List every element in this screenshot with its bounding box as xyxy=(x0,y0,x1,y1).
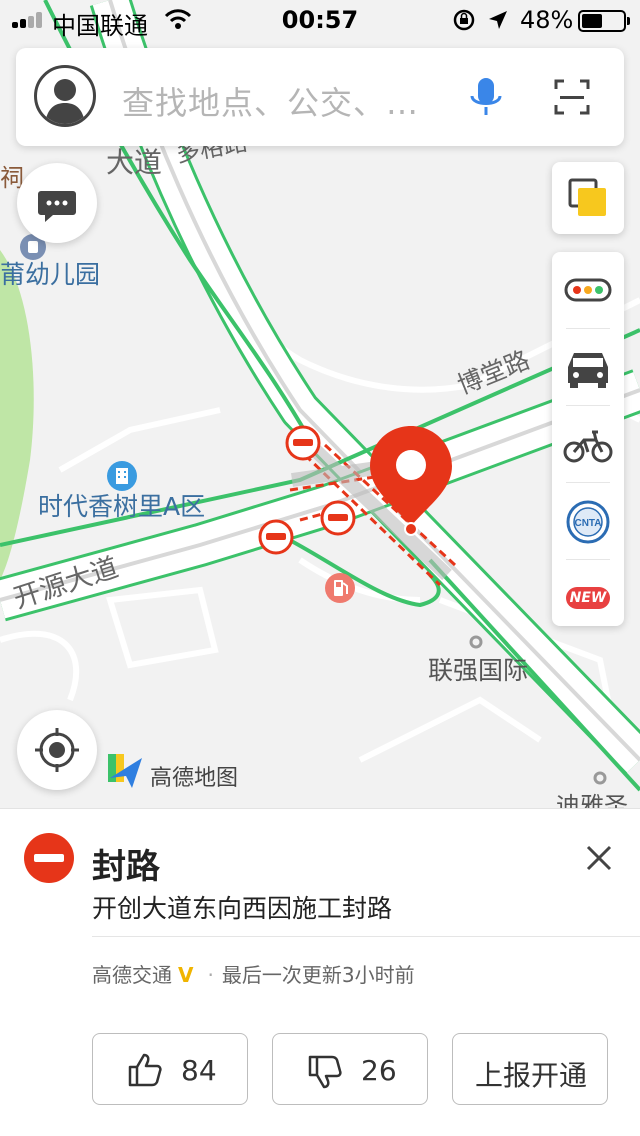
amap-logo-icon xyxy=(108,754,142,788)
scan-icon[interactable] xyxy=(554,79,590,115)
message-button[interactable] xyxy=(17,163,97,243)
crosshair-icon xyxy=(35,728,79,772)
panel-title: 封路 xyxy=(92,847,160,887)
thumbs-up-icon xyxy=(128,1053,162,1087)
road-closed-icon xyxy=(24,833,74,883)
divider xyxy=(92,936,640,937)
map-view[interactable]: 大道 多格路 博堂路 开源大道 祠 莆幼儿园 时代香树里A区 联强国际 迪雅圣 xyxy=(0,0,640,808)
update-time: 最后一次更新3小时前 xyxy=(221,963,415,987)
traffic-button[interactable] xyxy=(552,252,624,330)
locate-me-button[interactable] xyxy=(17,710,97,790)
thumbs-up-button[interactable]: 84 xyxy=(92,1033,248,1105)
avatar-icon[interactable] xyxy=(34,65,96,127)
status-bar: 中国联通 00:57 48% xyxy=(0,0,640,40)
building-poi-icon[interactable] xyxy=(106,460,138,492)
bike-icon xyxy=(563,430,613,463)
svg-text:CNTA: CNTA xyxy=(574,518,601,529)
poi-lianqiang-label[interactable]: 联强国际 xyxy=(428,658,528,683)
thumbs-down-button[interactable]: 26 xyxy=(272,1033,428,1105)
cnta-button[interactable]: CNTA xyxy=(552,483,624,561)
close-icon[interactable] xyxy=(582,841,616,875)
gas-station-poi-icon[interactable] xyxy=(324,572,356,604)
verified-badge-icon: V xyxy=(178,963,194,987)
selected-location-pin-icon[interactable] xyxy=(366,422,456,542)
brand-name: 高德地图 xyxy=(150,766,239,791)
bike-button[interactable] xyxy=(552,406,624,484)
closure-description: 开创大道东向西因施工封路 xyxy=(92,894,393,923)
poi-bottom-right-label: 迪雅圣 xyxy=(556,792,628,808)
like-count: 84 xyxy=(181,1054,217,1087)
microphone-icon[interactable] xyxy=(468,76,504,120)
map-tools-panel: CNTA NEW xyxy=(552,252,624,626)
layers-button[interactable] xyxy=(552,162,624,234)
closure-marker-icon[interactable] xyxy=(320,500,356,536)
thumbs-down-icon xyxy=(308,1055,342,1089)
source-name: 高德交通 xyxy=(92,963,172,987)
search-input[interactable]: 查找地点、公交、… xyxy=(122,78,419,124)
cnta-icon: CNTA xyxy=(566,500,610,544)
battery-percent: 48% xyxy=(520,6,574,34)
taxi-button[interactable] xyxy=(552,329,624,407)
road-label-dadao: 大道 xyxy=(106,146,163,179)
new-features-button[interactable]: NEW xyxy=(552,560,624,638)
location-services-icon xyxy=(489,11,507,29)
new-badge: NEW xyxy=(566,587,610,609)
dislike-count: 26 xyxy=(361,1054,397,1087)
battery-icon xyxy=(578,10,630,32)
app-root: 大道 多格路 博堂路 开源大道 祠 莆幼儿园 时代香树里A区 联强国际 迪雅圣 xyxy=(0,0,640,1136)
closure-marker-icon[interactable] xyxy=(285,425,321,461)
closure-marker-icon[interactable] xyxy=(258,519,294,555)
brand-logo: 高德地图 xyxy=(106,750,238,791)
report-open-label: 上报开通 xyxy=(474,1059,587,1092)
closure-detail-panel: 封路 开创大道东向西因施工封路 高德交通 V · 最后一次更新3小时前 84 26 上… xyxy=(0,808,640,1136)
rotation-lock-icon xyxy=(453,9,475,31)
layers-icon xyxy=(568,178,606,216)
search-bar[interactable]: 查找地点、公交、… xyxy=(16,48,624,146)
taxi-icon xyxy=(568,353,608,388)
traffic-icon xyxy=(564,278,612,302)
source-line: 高德交通 V · 最后一次更新3小时前 xyxy=(92,963,415,987)
poi-kindergarten-label[interactable]: 莆幼儿园 xyxy=(0,262,100,287)
chat-bubble-icon xyxy=(38,191,76,222)
poi-shidai-label[interactable]: 时代香树里A区 xyxy=(38,494,205,519)
report-open-button[interactable]: 上报开通 xyxy=(452,1033,608,1105)
